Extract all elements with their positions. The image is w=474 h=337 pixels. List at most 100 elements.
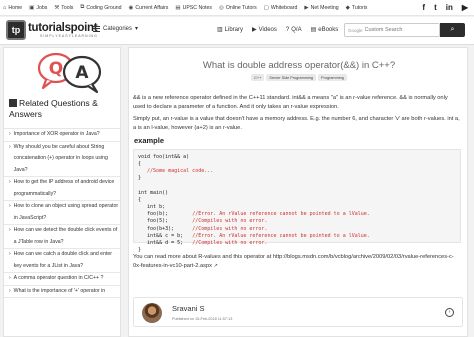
top-link-label: Online Tutors [225, 4, 257, 11]
top-link-online-tutors[interactable]: ◎ Online Tutors [219, 5, 257, 11]
top-link-tutorix[interactable]: ◆ Tutorix [346, 5, 368, 11]
chevron-right-icon: › [9, 251, 11, 257]
code-text: { [138, 161, 142, 168]
linkedin-icon[interactable]: in [446, 3, 453, 13]
chevron-right-icon: › [9, 131, 11, 137]
nav-videos[interactable]: ▶ Videos [252, 26, 277, 34]
code-line: int&& d = 5; //Compiles with no error. [138, 240, 456, 247]
related-question-link[interactable]: How to get the IP address of android dev… [14, 177, 119, 200]
search-button[interactable]: ⌕ [440, 23, 465, 37]
tutorix-icon: ◆ [345, 4, 350, 11]
list-item[interactable]: › How can we detect the double click even… [4, 225, 120, 249]
code-block: void foo(int&& a){ //Some magical code..… [133, 149, 461, 253]
facebook-icon[interactable]: f [422, 3, 425, 13]
list-item[interactable]: › How to get the IP address of android de… [4, 177, 120, 201]
chevron-right-icon[interactable]: › [445, 308, 454, 317]
top-link-label: Tutorix [351, 4, 368, 11]
chevron-right-icon: › [9, 179, 11, 185]
top-link-net-meeting[interactable]: ▶ Net Meeting [304, 5, 338, 11]
categories-label: Categories [103, 25, 133, 32]
social-links: f t in ▶ [422, 3, 468, 13]
nav-label: Library [224, 26, 244, 33]
top-link-current-affairs[interactable]: ◉ Current Affairs [129, 5, 169, 11]
top-link-coding-ground[interactable]: ⧉ Coding Ground [80, 4, 121, 11]
logo-tagline: SIMPLYEASYLEARNING [40, 34, 98, 38]
sidebar: Q A Related Questions & Answers › Importa… [3, 47, 121, 337]
top-link-upsc-notes[interactable]: ▤ UPSC Notes [175, 5, 212, 11]
logo-text: tutorialspoint [28, 22, 98, 34]
top-link-home[interactable]: ⌂ Home [3, 5, 22, 11]
tag-badge[interactable]: Server Side Programming [266, 74, 317, 81]
top-link-tools[interactable]: ⚒ Tools [54, 5, 73, 11]
categories-menu[interactable]: Categories ▾ [93, 25, 138, 32]
top-link-label: Coding Ground [86, 4, 122, 11]
code-comment: //Error. An rValue reference cannot be p… [192, 211, 370, 218]
article-paragraph: && is a new reference operator defined i… [133, 95, 448, 110]
site-logo[interactable]: tp tutorialspoint SIMPLYEASYLEARNING [6, 20, 98, 40]
tag-badge[interactable]: Programming [318, 74, 347, 81]
nav-ebooks[interactable]: ▤ eBooks [310, 26, 339, 34]
list-item[interactable]: › What is the importance of '+' operator … [4, 286, 120, 298]
code-line: foo(b); //Error. An rValue reference can… [138, 211, 456, 218]
top-link-label: Current Affairs [135, 4, 169, 11]
list-item[interactable]: › How can we catch a double click and ent… [4, 249, 120, 273]
top-link-jobs[interactable]: ▣ Jobs [29, 5, 47, 11]
related-questions-list: › Importance of XOR operator in Java? › Why… [4, 128, 120, 298]
top-link-whiteboard[interactable]: ▢ Whiteboard [264, 5, 298, 11]
chevron-right-icon: › [9, 275, 11, 281]
list-item[interactable]: › Importance of XOR operator in Java? [4, 129, 120, 142]
code-line: int b; [138, 204, 456, 211]
list-item[interactable]: › Why should you be careful about String … [4, 142, 120, 177]
list-item[interactable]: › A comma operator question in C/C++ ? [4, 273, 120, 286]
related-question-link[interactable]: How can we catch a double click and ente… [14, 249, 119, 272]
author-card[interactable]: Sravani S Published on 15-Feb-2018 11:57… [133, 297, 463, 327]
code-line: void foo(int&& a) [138, 154, 456, 161]
code-text: int&& d = 5; [138, 239, 193, 246]
chevron-right-icon: › [9, 227, 11, 233]
code-text: int main() [138, 189, 169, 196]
main-nav: ▥ Library ▶ Videos ? Q/A ▤ eBooks [217, 26, 339, 34]
code-line: foo(5); //Compiles with no error. [138, 218, 456, 225]
search-box[interactable]: Google [344, 23, 440, 37]
code-text: foo(b); [138, 211, 193, 218]
ebooks-icon: ▤ [310, 27, 317, 33]
qa-icon: ? [285, 26, 290, 33]
notes-icon: ▤ [175, 4, 181, 11]
library-icon: ▥ [217, 27, 223, 33]
code-comment: //Compiles with no error. [192, 225, 268, 232]
meeting-icon: ▶ [304, 4, 309, 11]
videos-icon: ▶ [252, 27, 257, 33]
coding-icon: ⧉ [80, 4, 85, 10]
code-line: int&& c = b; //Error. An rValue referenc… [138, 233, 456, 240]
article: What is double address operator(&&) in C… [128, 47, 468, 337]
search-input[interactable] [364, 27, 439, 33]
related-question-link[interactable]: What is the importance of '+' operator i… [14, 286, 106, 298]
nav-qa[interactable]: ? Q/A [286, 26, 302, 33]
nav-library[interactable]: ▥ Library [217, 26, 244, 34]
code-text: void foo(int&& a) [138, 154, 190, 160]
code-line: //Some magical code... [138, 168, 456, 175]
top-link-label: Home [8, 4, 23, 11]
chevron-down-icon: ▾ [135, 26, 139, 32]
top-links: ⌂ Home ▣ Jobs ⚒ Tools ⧉ Coding Ground ◉ Current A… [3, 4, 368, 11]
code-comment: //Compiles with no error. [192, 239, 268, 246]
list-icon [9, 99, 17, 107]
author-name[interactable]: Sravani S [172, 304, 205, 313]
tag-badge[interactable]: C++ [251, 74, 265, 81]
svg-text:A: A [75, 63, 89, 83]
current-affairs-icon: ◉ [128, 4, 134, 11]
top-link-label: UPSC Notes [182, 4, 212, 11]
list-item[interactable]: › How to clone an object using spread ope… [4, 201, 120, 225]
code-line: foo(b+3); //Compiles with no error. [138, 226, 456, 233]
twitter-icon[interactable]: t [434, 3, 437, 13]
related-question-link[interactable]: How to clone an object using spread oper… [14, 201, 119, 224]
related-question-link[interactable]: How can we detect the double click event… [14, 225, 119, 248]
avatar [142, 303, 162, 323]
top-link-label: Jobs [36, 4, 48, 11]
related-question-link[interactable]: Why should you be careful about String c… [14, 142, 119, 177]
related-question-link[interactable]: Importance of XOR operator in Java? [14, 129, 100, 141]
related-question-link[interactable]: A comma operator question in C/C++ ? [14, 273, 104, 285]
youtube-icon[interactable]: ▶ [462, 3, 468, 13]
